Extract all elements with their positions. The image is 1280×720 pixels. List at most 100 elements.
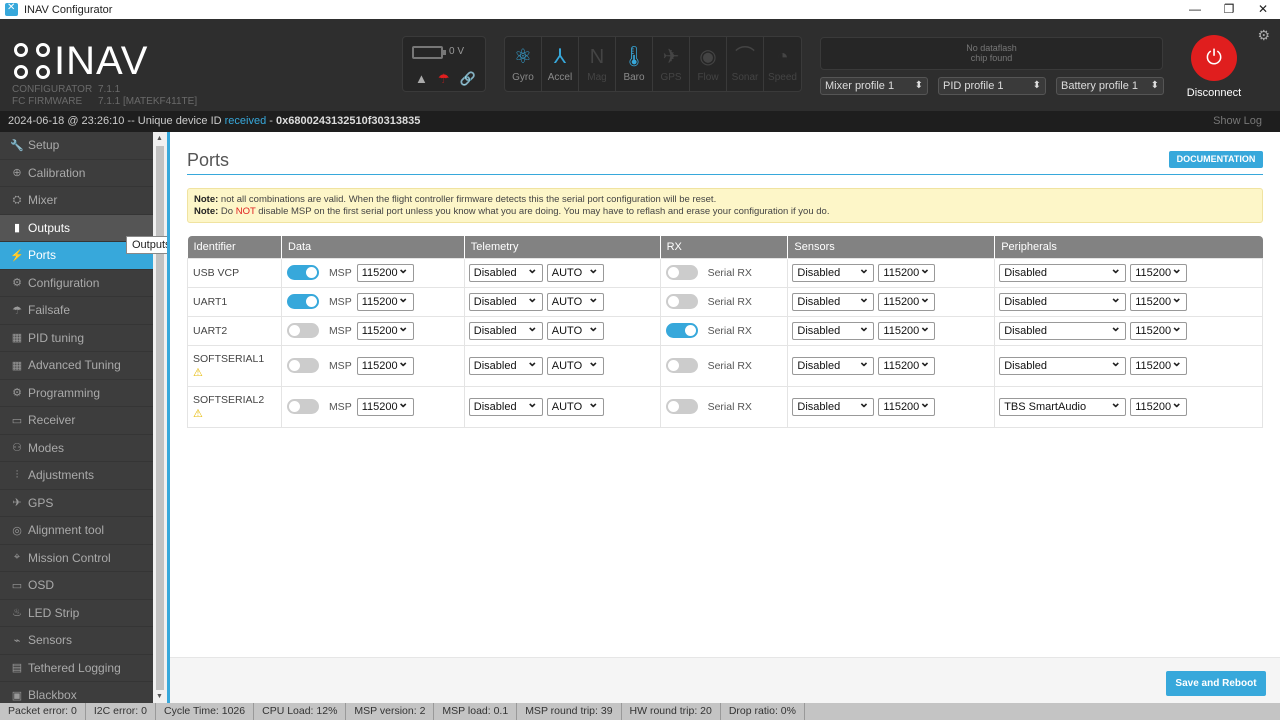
- settings-gear-icon[interactable]: ⚙: [1257, 27, 1270, 44]
- mixer-profile-select[interactable]: Mixer profile 1: [820, 77, 928, 95]
- sidebar-item-label: Mission Control: [28, 550, 111, 565]
- telemetry-baud-select[interactable]: AUTO: [546, 290, 604, 311]
- telemetry-baud-select[interactable]: AUTO: [546, 354, 604, 375]
- sidebar-item-advanced-tuning[interactable]: ▦ Advanced Tuning: [0, 352, 153, 380]
- serial-rx-toggle[interactable]: [665, 399, 698, 414]
- serial-rx-toggle[interactable]: [665, 294, 698, 309]
- peripherals-baud-select[interactable]: 115200: [1130, 290, 1188, 311]
- peripherals-select[interactable]: TBS SmartAudio: [999, 395, 1127, 416]
- close-button[interactable]: ✕: [1246, 0, 1280, 19]
- flow-icon: ◉: [699, 46, 717, 68]
- telemetry-select[interactable]: Disabled: [468, 290, 543, 311]
- peripherals-baud-select[interactable]: 115200: [1130, 395, 1188, 416]
- sensors-select[interactable]: Disabled: [792, 261, 875, 282]
- sidebar-item-led-strip[interactable]: ♨ LED Strip: [0, 600, 153, 627]
- sensors-baud-select[interactable]: 115200: [878, 290, 936, 311]
- sensors-cell: Disabled115200: [787, 315, 996, 346]
- peripherals-select[interactable]: Disabled: [999, 290, 1127, 311]
- peripherals-baud-select[interactable]: 115200: [1130, 319, 1188, 340]
- peripherals-select[interactable]: Disabled: [999, 261, 1127, 282]
- minimize-button[interactable]: —: [1178, 0, 1212, 19]
- peripherals-baud-select[interactable]: 115200: [1130, 261, 1188, 282]
- sidebar-item-blackbox[interactable]: ▣ Blackbox: [0, 682, 153, 703]
- port-row-uart2: UART2MSP115200DisabledAUTOSerial RXDisab…: [187, 315, 1263, 346]
- serial-rx-toggle[interactable]: [665, 358, 698, 373]
- msp-toggle[interactable]: [286, 358, 319, 373]
- scrollbar-thumb[interactable]: [156, 146, 164, 690]
- telemetry-baud-select[interactable]: AUTO: [546, 395, 604, 416]
- msp-toggle[interactable]: [286, 399, 319, 414]
- serial-rx-toggle[interactable]: [665, 323, 698, 338]
- sensor-label: Gyro: [512, 72, 534, 83]
- sidebar-scrollbar[interactable]: ▲ ▼: [153, 132, 167, 703]
- sidebar-item-mission-control[interactable]: ⌖ Mission Control: [0, 545, 153, 572]
- save-and-reboot-button[interactable]: Save and Reboot: [1166, 671, 1266, 696]
- sidebar-item-failsafe[interactable]: ☂ Failsafe: [0, 297, 153, 325]
- sidebar-item-alignment-tool[interactable]: ◎ Alignment tool: [0, 517, 153, 545]
- sensors-select[interactable]: Disabled: [792, 290, 875, 311]
- sidebar-item-tethered-logging[interactable]: ▤ Tethered Logging: [0, 655, 153, 682]
- peripherals-select[interactable]: Disabled: [999, 319, 1127, 340]
- sensors-baud-select[interactable]: 115200: [878, 395, 936, 416]
- disconnect-button[interactable]: ⏻ Disconnect: [1186, 35, 1242, 99]
- serial-rx-toggle[interactable]: [665, 265, 698, 280]
- sensor-label: Flow: [697, 72, 719, 83]
- sidebar-item-gps[interactable]: ✈ GPS: [0, 490, 153, 517]
- sidebar-item-mixer[interactable]: ⛭ Mixer: [0, 187, 153, 215]
- peripherals-select[interactable]: Disabled: [999, 354, 1127, 375]
- telemetry-select[interactable]: Disabled: [468, 319, 543, 340]
- msp-toggle[interactable]: [286, 323, 319, 338]
- battery-profile-select[interactable]: Battery profile 1: [1056, 77, 1164, 95]
- documentation-button[interactable]: DOCUMENTATION: [1169, 151, 1263, 168]
- msp-baud-select[interactable]: 115200: [356, 319, 414, 340]
- telemetry-select[interactable]: Disabled: [468, 261, 543, 282]
- msp-baud-select[interactable]: 115200: [356, 395, 414, 416]
- window-title: INAV Configurator: [24, 3, 113, 16]
- telemetry-select[interactable]: Disabled: [468, 354, 543, 375]
- sidebar-item-sensors[interactable]: ⌁ Sensors: [0, 627, 153, 655]
- msp-toggle[interactable]: [286, 294, 319, 309]
- sensors-baud-select[interactable]: 115200: [878, 319, 936, 340]
- sensors-select[interactable]: Disabled: [792, 319, 875, 340]
- info-dash: -: [266, 115, 276, 127]
- sidebar-item-label: Ports: [28, 248, 57, 263]
- sidebar-item-osd[interactable]: ▭ OSD: [0, 572, 153, 600]
- sidebar-item-modes[interactable]: ⚇ Modes: [0, 435, 153, 462]
- data-cell: MSP 115200: [280, 315, 465, 346]
- sidebar-item-programming[interactable]: ⚙ Programming: [0, 380, 153, 407]
- sidebar-item-calibration[interactable]: ⊕ Calibration: [0, 160, 153, 187]
- msp-toggle[interactable]: [286, 265, 319, 280]
- maximize-button[interactable]: ❐: [1212, 0, 1246, 19]
- sensor-label: GPS: [660, 72, 682, 83]
- telemetry-cell: DisabledAUTO: [463, 286, 661, 317]
- serial-rx-label: Serial RX: [707, 324, 752, 337]
- sidebar-item-configuration[interactable]: ⚙ Configuration: [0, 270, 153, 297]
- peripherals-baud-select[interactable]: 115200: [1130, 354, 1188, 375]
- sensors-select[interactable]: Disabled: [792, 354, 875, 375]
- sensors-baud-select[interactable]: 115200: [878, 261, 936, 282]
- sidebar-item-pid-tuning[interactable]: ▦ PID tuning: [0, 325, 153, 352]
- data-cell: MSP 115200: [280, 286, 465, 317]
- sidebar-item-setup[interactable]: 🔧 Setup: [0, 132, 153, 160]
- telemetry-baud-select[interactable]: AUTO: [546, 319, 604, 340]
- telemetry-baud-select[interactable]: AUTO: [546, 261, 604, 282]
- msp-baud-select[interactable]: 115200: [356, 354, 414, 375]
- msp-baud-select[interactable]: 115200: [356, 290, 414, 311]
- sensor-flow: ◉ Flow: [690, 37, 727, 91]
- sidebar-item-receiver[interactable]: ▭ Receiver: [0, 407, 153, 435]
- sensors-cell: Disabled115200: [787, 286, 996, 317]
- scroll-up-icon[interactable]: ▲: [156, 135, 163, 142]
- msp-baud-select[interactable]: 115200: [356, 261, 414, 282]
- pid-profile-select[interactable]: PID profile 1: [938, 77, 1046, 95]
- device-datetime: 2024-06-18 @ 23:26:10 -- Unique device I…: [8, 115, 225, 127]
- scroll-down-icon[interactable]: ▼: [156, 693, 163, 700]
- note2-not: NOT: [235, 206, 256, 217]
- sidebar-item-adjustments[interactable]: ⫶ Adjustments: [0, 462, 153, 490]
- serial-rx-label: Serial RX: [707, 359, 752, 372]
- sensors-select[interactable]: Disabled: [792, 395, 875, 416]
- battery-status: 0 V ▲ ☂ 🔗: [402, 36, 486, 92]
- sensors-baud-select[interactable]: 115200: [878, 354, 936, 375]
- show-log-link[interactable]: Show Log: [1213, 111, 1262, 132]
- plug-icon: ⚡: [10, 249, 24, 262]
- telemetry-select[interactable]: Disabled: [468, 395, 543, 416]
